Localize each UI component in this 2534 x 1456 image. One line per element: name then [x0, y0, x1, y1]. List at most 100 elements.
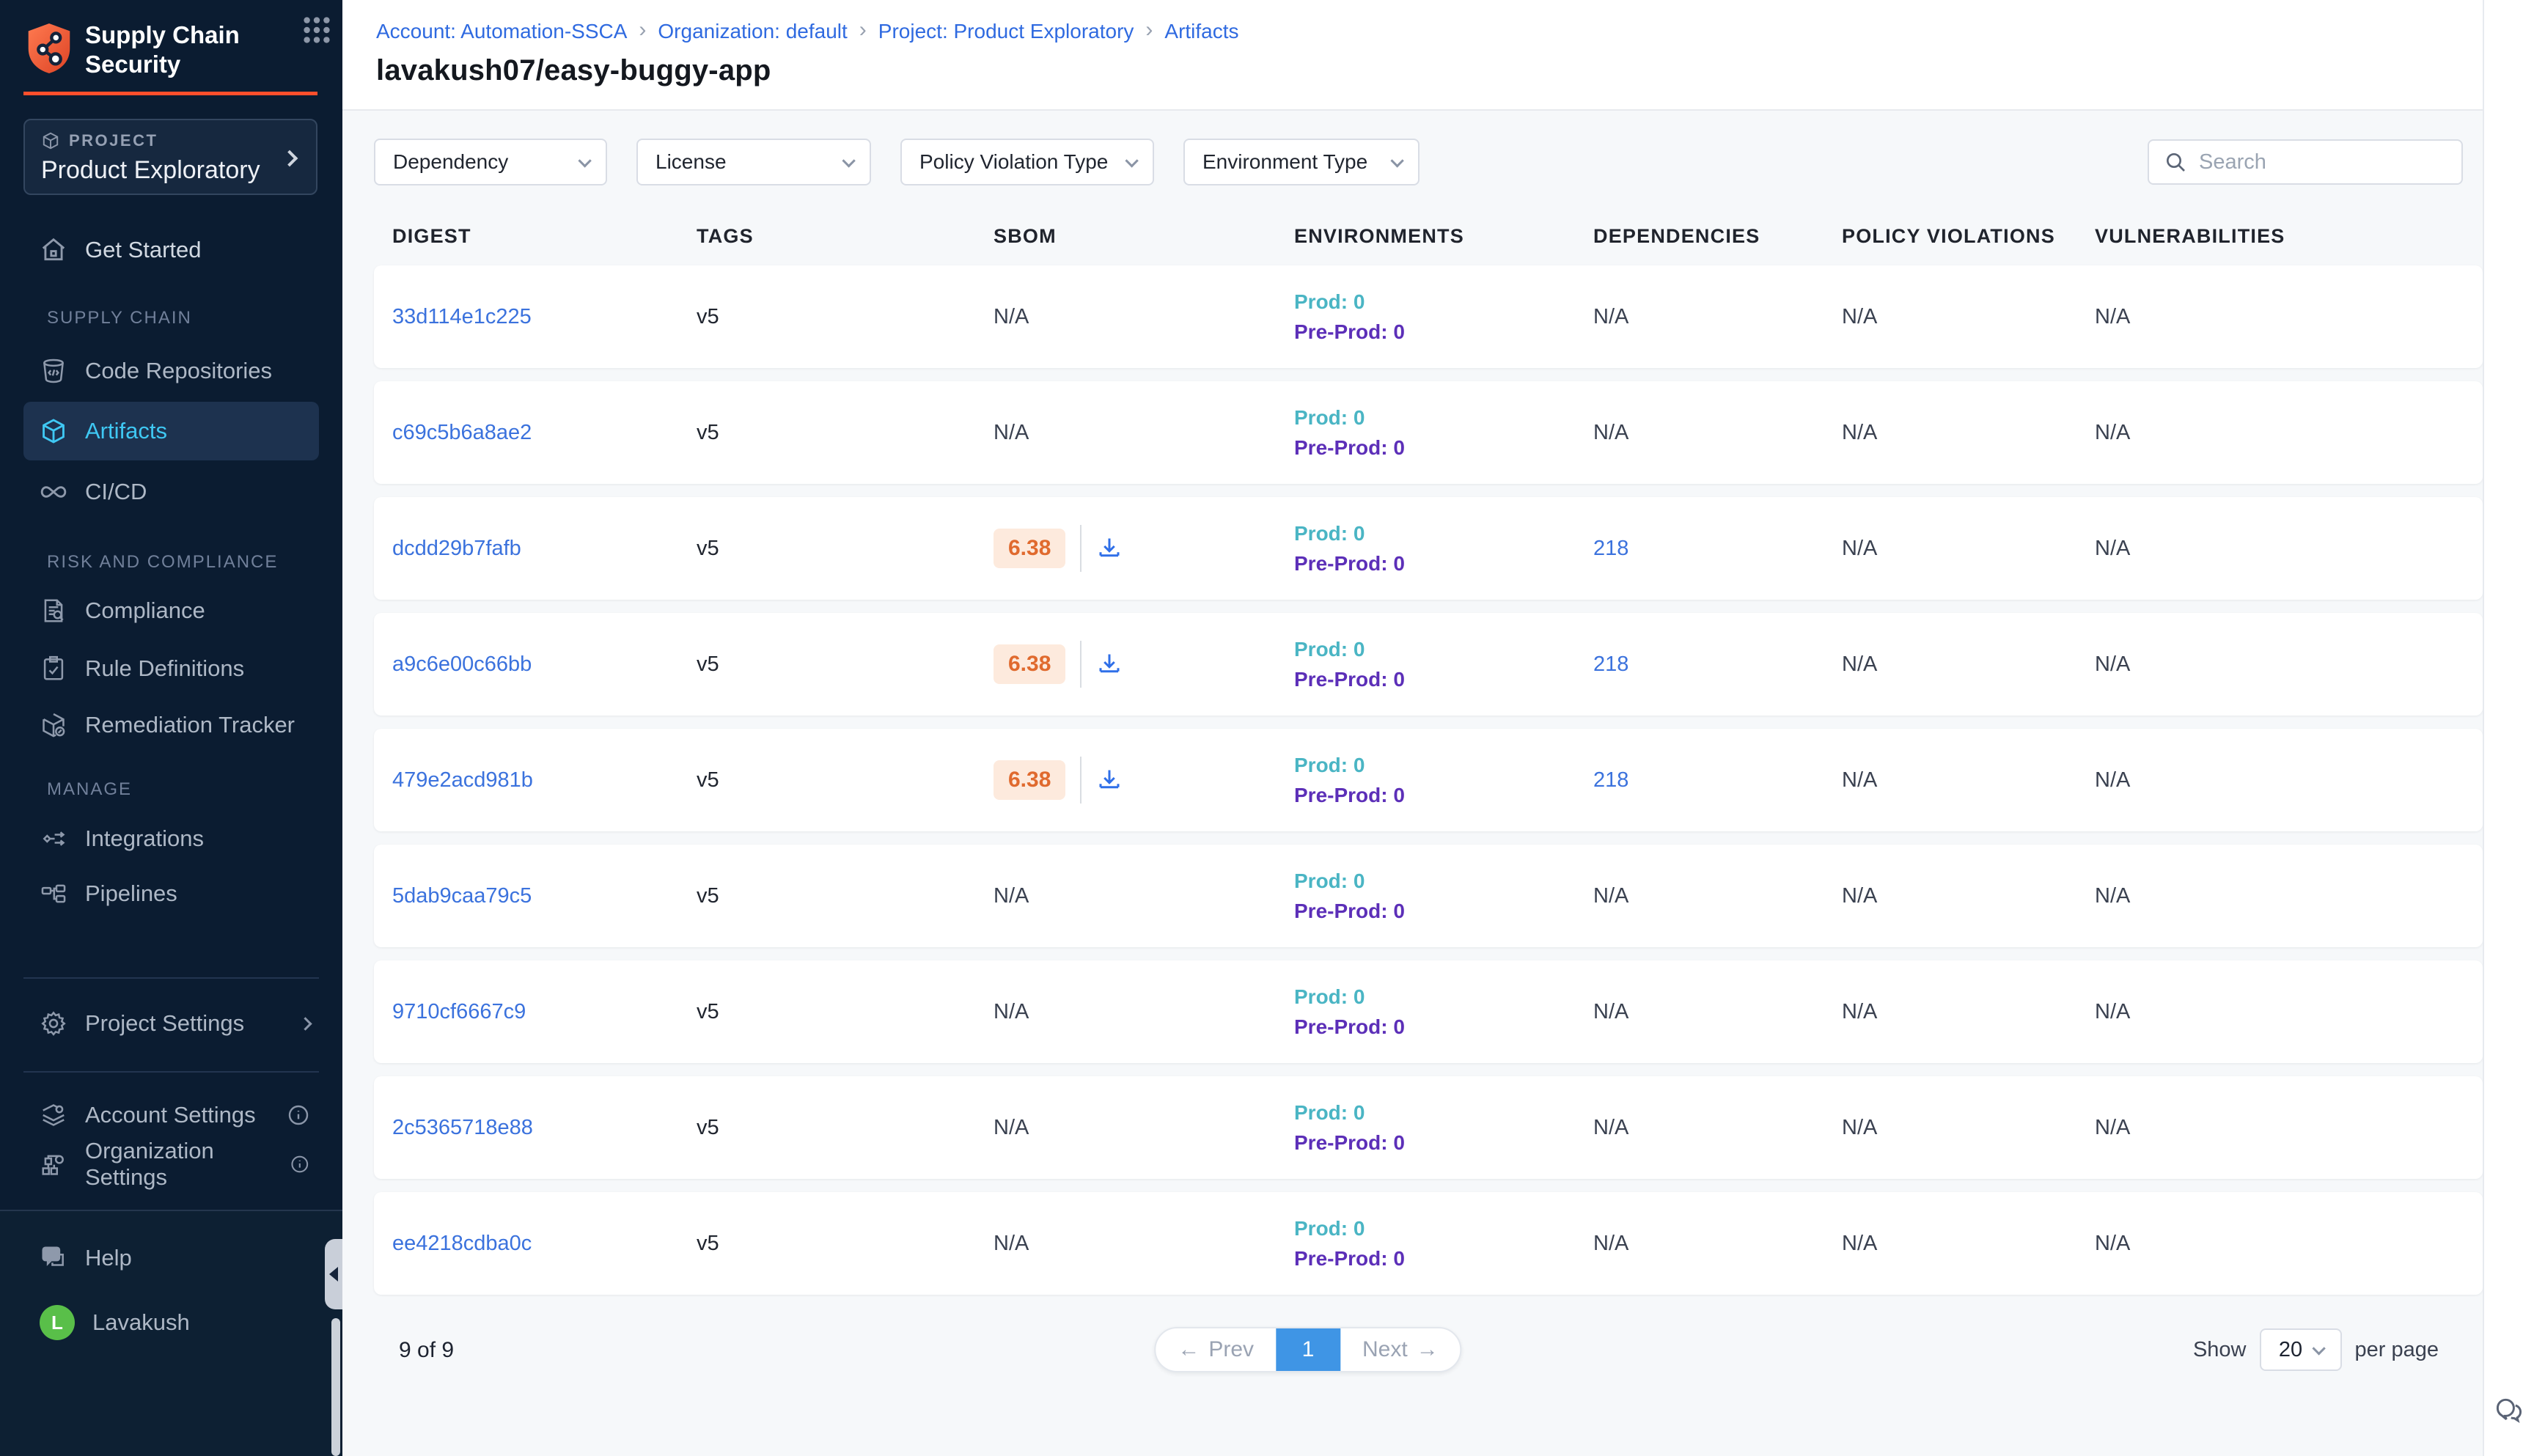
sbom-divider: [1080, 525, 1081, 572]
chevron-down-icon: [1125, 154, 1138, 167]
environments-preprod: Pre-Prod: 0: [1294, 433, 1593, 463]
dependencies-value: N/A: [1593, 421, 1628, 444]
sidebar-item-code-repositories[interactable]: Code Repositories: [23, 347, 319, 395]
search-icon: [2164, 150, 2187, 174]
vulnerabilities-value: N/A: [2095, 1000, 2483, 1024]
tag-value: v5: [697, 537, 994, 561]
sidebar-collapse-button[interactable]: [325, 1239, 342, 1309]
sidebar-item-cicd[interactable]: CI/CD: [23, 468, 319, 516]
sidebar-item-rule-definitions[interactable]: Rule Definitions: [23, 644, 319, 693]
user-name: Lavakush: [92, 1309, 190, 1336]
app-title: Supply Chain Security: [85, 21, 316, 79]
download-sbom-icon[interactable]: [1096, 767, 1123, 793]
download-sbom-icon[interactable]: [1096, 651, 1123, 677]
digest-link[interactable]: 33d114e1c225: [392, 305, 532, 328]
digest-link[interactable]: dcdd29b7fafb: [392, 537, 521, 560]
environments-preprod: Pre-Prod: 0: [1294, 548, 1593, 578]
page-header: Account: Automation-SSCA › Organization:…: [342, 0, 2483, 111]
pagination-summary: 9 of 9: [399, 1338, 454, 1363]
chat-support-icon[interactable]: [2493, 1394, 2525, 1427]
digest-link[interactable]: 5dab9caa79c5: [392, 884, 532, 908]
pipelines-icon: [40, 880, 67, 908]
module-grid-icon[interactable]: [300, 13, 334, 47]
license-filter-dropdown[interactable]: License: [636, 139, 871, 185]
sidebar-item-get-started[interactable]: Get Started: [23, 226, 319, 274]
breadcrumb-artifacts[interactable]: Artifacts: [1164, 20, 1238, 43]
sidebar-item-organization-settings[interactable]: Organization Settings: [23, 1140, 319, 1188]
supply-chain-security-logo-icon: [26, 22, 72, 75]
breadcrumb-account[interactable]: Account: Automation-SSCA: [376, 20, 627, 43]
next-page-button[interactable]: Next →: [1340, 1328, 1461, 1371]
info-icon[interactable]: [290, 1152, 310, 1176]
info-icon[interactable]: [287, 1103, 310, 1127]
column-header-vulnerabilities: VULNERABILITIES: [2095, 225, 2483, 248]
sbom-score-badge[interactable]: 6.38: [994, 529, 1065, 568]
prev-page-button[interactable]: ← Prev: [1156, 1328, 1276, 1371]
dependencies-value: N/A: [1593, 1116, 1628, 1139]
download-sbom-icon[interactable]: [1096, 535, 1123, 562]
sidebar-item-help[interactable]: ? Help: [23, 1234, 319, 1282]
environments-prod: Prod: 0: [1294, 1097, 1593, 1128]
dependencies-link[interactable]: 218: [1593, 768, 1628, 792]
sidebar-item-integrations[interactable]: Integrations: [23, 815, 319, 863]
sbom-value: N/A: [994, 1116, 1029, 1139]
sidebar-item-label: Pipelines: [85, 880, 177, 907]
sidebar-item-label: Code Repositories: [85, 358, 272, 384]
dependencies-link[interactable]: 218: [1593, 537, 1628, 560]
digest-link[interactable]: 479e2acd981b: [392, 768, 533, 792]
chevron-down-icon: [578, 154, 591, 167]
digest-link[interactable]: 2c5365718e88: [392, 1116, 533, 1139]
environment-type-filter-dropdown[interactable]: Environment Type: [1183, 139, 1420, 185]
digest-link[interactable]: c69c5b6a8ae2: [392, 421, 532, 444]
environments-prod: Prod: 0: [1294, 866, 1593, 896]
clipboard-check-icon: [40, 655, 67, 683]
per-page-label: per page: [2355, 1338, 2439, 1362]
table-row: 33d114e1c225 v5 N/A Prod: 0 Pre-Prod: 0: [374, 265, 2483, 368]
vulnerabilities-value: N/A: [2095, 768, 2483, 793]
dependencies-value: N/A: [1593, 305, 1628, 328]
breadcrumb-organization[interactable]: Organization: default: [658, 20, 847, 43]
user-menu[interactable]: L Lavakush: [23, 1298, 319, 1347]
dependency-filter-dropdown[interactable]: Dependency: [374, 139, 607, 185]
table-row: 9710cf6667c9 v5 N/A Prod: 0 Pre-Prod: 0: [374, 960, 2483, 1063]
project-selector[interactable]: PROJECT Product Exploratory: [23, 119, 317, 195]
artifacts-cube-icon: [40, 417, 67, 445]
breadcrumb-separator: ›: [859, 18, 867, 43]
column-header-environments: ENVIRONMENTS: [1294, 225, 1593, 248]
table-row: 5dab9caa79c5 v5 N/A Prod: 0 Pre-Prod: 0: [374, 845, 2483, 947]
policy-violation-type-filter-dropdown[interactable]: Policy Violation Type: [900, 139, 1154, 185]
sbom-score-badge[interactable]: 6.38: [994, 760, 1065, 800]
page-1-button[interactable]: 1: [1276, 1328, 1340, 1371]
dropdown-label: Dependency: [393, 150, 508, 174]
tag-value: v5: [697, 652, 994, 677]
search-input[interactable]: [2199, 150, 2447, 174]
sidebar-item-label: Integrations: [85, 826, 204, 852]
dependencies-link[interactable]: 218: [1593, 652, 1628, 676]
sbom-score-badge[interactable]: 6.38: [994, 644, 1065, 684]
next-label: Next: [1362, 1337, 1408, 1362]
sidebar-item-project-settings[interactable]: Project Settings: [23, 999, 319, 1048]
tag-value: v5: [697, 1116, 994, 1140]
vulnerabilities-value: N/A: [2095, 652, 2483, 677]
sidebar-item-pipelines[interactable]: Pipelines: [23, 869, 319, 918]
sidebar-item-compliance[interactable]: Compliance: [23, 587, 319, 635]
digest-link[interactable]: a9c6e00c66bb: [392, 652, 532, 676]
sidebar-item-account-settings[interactable]: Account Settings: [23, 1091, 319, 1139]
environments-preprod: Pre-Prod: 0: [1294, 317, 1593, 347]
environments-prod: Prod: 0: [1294, 287, 1593, 317]
environments-preprod: Pre-Prod: 0: [1294, 1128, 1593, 1158]
page-size-dropdown[interactable]: 20: [2260, 1328, 2342, 1371]
sidebar-item-remediation-tracker[interactable]: Remediation Tracker: [23, 701, 319, 749]
sidebar-item-artifacts[interactable]: Artifacts: [23, 402, 319, 460]
sidebar-item-label: Organization Settings: [85, 1138, 272, 1191]
chevron-down-icon: [842, 154, 855, 167]
search-container: [2148, 139, 2463, 185]
breadcrumb-project[interactable]: Project: Product Exploratory: [878, 20, 1134, 43]
digest-link[interactable]: 9710cf6667c9: [392, 1000, 526, 1023]
sidebar-scrollbar[interactable]: [331, 1318, 340, 1456]
breadcrumb: Account: Automation-SSCA › Organization:…: [376, 19, 2483, 44]
pagination-controls: ← Prev 1 Next →: [1154, 1327, 1461, 1372]
digest-link[interactable]: ee4218cdba0c: [392, 1232, 532, 1255]
policy-violations-value: N/A: [1842, 537, 2095, 561]
environments-prod: Prod: 0: [1294, 634, 1593, 664]
